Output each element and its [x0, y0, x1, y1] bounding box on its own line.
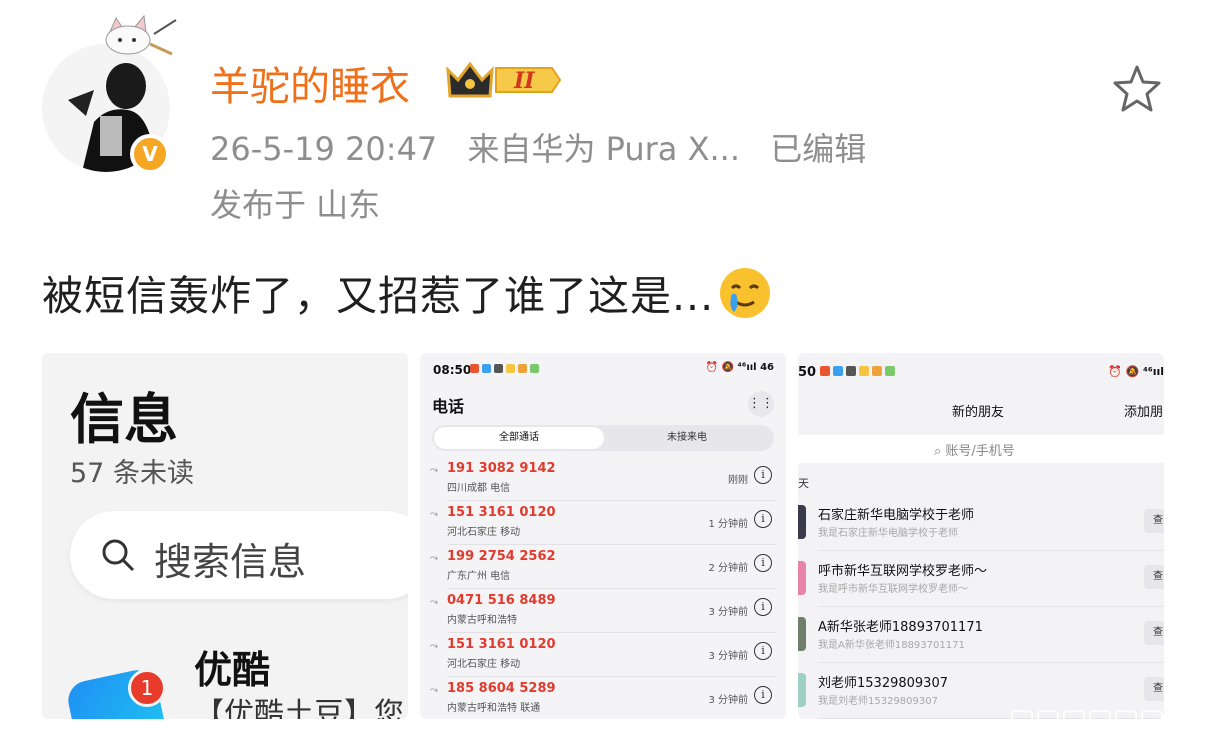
section-header: 天 [798, 477, 809, 490]
status-time: 08:50 [433, 363, 472, 377]
call-time: 2 分钟前 [708, 563, 748, 574]
call-number: 151 3161 0120 [447, 637, 556, 652]
call-number: 0471 516 8489 [447, 593, 556, 608]
friend-message: 我是刘老师15329809307 [818, 696, 938, 707]
info-icon: i [754, 554, 772, 572]
post-source[interactable]: 来自华为 Pura X... [467, 130, 740, 168]
post-text: 被短信轰炸了，又招惹了谁了这是... [42, 262, 772, 322]
info-icon: i [754, 598, 772, 616]
call-time: 3 分钟前 [708, 607, 748, 618]
view-button: 查 [1144, 621, 1164, 645]
friend-search-input: ⌕ 账号/手机号 [798, 435, 1164, 463]
tab-missed-calls: 未接来电 [667, 432, 707, 443]
friend-message: 我是石家庄新华电脑学校于老师 [818, 528, 958, 539]
unread-count: 57 条未读 [70, 458, 194, 489]
call-time: 刚刚 [728, 475, 748, 486]
call-row: ⤳ 0471 516 8489 内蒙古呼和浩特 3 分钟前 i [430, 589, 776, 633]
view-button: 查 [1144, 677, 1164, 701]
search-input: 搜索信息 [70, 511, 408, 599]
call-location: 河北石家庄 移动 [447, 659, 521, 670]
crying-smile-emoji-icon [720, 268, 771, 318]
call-time: 3 分钟前 [708, 651, 748, 662]
call-location: 内蒙古呼和浩特 联通 [447, 703, 541, 714]
view-button: 查 [1144, 565, 1164, 589]
more-icon: ⋮⋮ [748, 391, 774, 417]
search-placeholder: 搜索信息 [154, 540, 307, 584]
friend-avatar [798, 505, 806, 539]
search-icon [102, 539, 135, 572]
call-row: ⤳ 191 3082 9142 四川成都 电信 刚刚 i [430, 457, 776, 501]
message-preview: 【优酷土豆】您 [194, 697, 404, 719]
info-icon: i [754, 642, 772, 660]
friend-name: 刘老师15329809307 [818, 676, 948, 691]
missed-call-icon: ⤳ [430, 465, 438, 476]
image-messages-screenshot[interactable]: 信息 57 条未读 搜索信息 1 优酷 【优酷土豆】您 [42, 353, 408, 719]
missed-call-icon: ⤳ [430, 597, 438, 608]
unread-badge: 1 [128, 669, 166, 707]
call-number: 199 2754 2562 [447, 549, 556, 564]
tab-all-calls: 全部通话 [434, 427, 604, 449]
cat-pendant-icon [105, 14, 177, 56]
info-icon: i [754, 466, 772, 484]
friend-name: 呼市新华互联网学校罗老师～ [818, 564, 988, 579]
message-sender: 优酷 [194, 648, 271, 692]
friend-name: 石家庄新华电脑学校于老师 [818, 508, 975, 523]
status-time: 50 [798, 365, 817, 380]
phone-title: 电话 [432, 397, 465, 416]
add-friend-link: 添加朋 [1124, 405, 1164, 420]
svg-text:II: II [513, 68, 535, 94]
call-time: 3 分钟前 [708, 695, 748, 706]
messages-title: 信息 [70, 388, 178, 451]
missed-call-icon: ⤳ [430, 685, 438, 696]
friend-request-row: 石家庄新华电脑学校于老师我是石家庄新华电脑学校于老师 查 [798, 495, 1164, 551]
call-number: 191 3082 9142 [447, 461, 556, 476]
friend-avatar [798, 673, 806, 707]
friend-message: 我是呼市新华互联网学校罗老师～ [818, 584, 968, 595]
friend-request-row: A新华张老师18893701171 我是A新华张老师18893701171 查 [798, 607, 1164, 663]
edited-label[interactable]: 已编辑 [770, 130, 866, 168]
friend-request-row: 呼市新华互联网学校罗老师～ 我是呼市新华互联网学校罗老师～ 查 [798, 551, 1164, 607]
info-icon: i [754, 510, 772, 528]
status-app-icons [470, 364, 539, 373]
post-location: 发布于 山东 [210, 186, 381, 224]
verified-v-badge-icon: V [130, 134, 170, 174]
friend-search-placeholder: ⌕ 账号/手机号 [934, 444, 1015, 459]
call-location: 四川成都 电信 [447, 483, 511, 494]
missed-call-icon: ⤳ [430, 509, 438, 520]
username[interactable]: 羊驼的睡衣 [210, 54, 410, 112]
watermark-logo [1011, 710, 1195, 734]
info-icon: i [754, 686, 772, 704]
call-tabs: 全部通话 未接来电 [432, 425, 774, 451]
call-location: 广东广州 电信 [447, 571, 511, 582]
new-friends-title: 新的朋友 [952, 405, 1005, 420]
friend-avatar [798, 561, 806, 595]
call-row: ⤳ 151 3161 0120 河北石家庄 移动 3 分钟前 i [430, 633, 776, 677]
star-outline-icon[interactable] [1110, 62, 1164, 116]
image-new-friends-screenshot[interactable]: 50 ⏰ 🔕 ⁴⁶ııl 新的朋友 添加朋 ⌕ 账号/手机号 天 石家庄新华电脑… [798, 353, 1164, 719]
call-location: 内蒙古呼和浩特 [447, 615, 517, 626]
friend-avatar [798, 617, 806, 651]
post-meta: 26-5-19 20:47 来自华为 Pura X... 已编辑 [210, 124, 886, 170]
image-calls-screenshot[interactable]: 08:50 ⏰ 🔕 ⁴⁶ııl 46 电话 ⋮⋮ 全部通话 未接来电 ⤳ 191 … [420, 353, 786, 719]
call-number: 151 3161 0120 [447, 505, 556, 520]
post-body: 被短信轰炸了，又招惹了谁了这是... [42, 272, 715, 320]
call-time: 1 分钟前 [708, 519, 748, 530]
call-location: 河北石家庄 移动 [447, 527, 521, 538]
call-row: ⤳ 185 8604 5289 内蒙古呼和浩特 联通 3 分钟前 i [430, 677, 776, 719]
friend-name: A新华张老师18893701171 [818, 620, 983, 635]
view-button: 查 [1144, 509, 1164, 533]
friend-message: 我是A新华张老师18893701171 [818, 640, 965, 651]
search-icon: ⌕ [934, 444, 946, 459]
call-row: ⤳ 151 3161 0120 河北石家庄 移动 1 分钟前 i [430, 501, 776, 545]
call-number: 185 8604 5289 [447, 681, 556, 696]
status-indicators: ⏰ 🔕 ⁴⁶ııl 46 [705, 362, 774, 373]
crown-level-badge-icon[interactable]: II [444, 58, 562, 102]
missed-call-icon: ⤳ [430, 641, 438, 652]
call-row: ⤳ 199 2754 2562 广东广州 电信 2 分钟前 i [430, 545, 776, 589]
status-app-icons [820, 366, 895, 376]
status-indicators: ⏰ 🔕 ⁴⁶ııl [1108, 365, 1164, 378]
missed-call-icon: ⤳ [430, 553, 438, 564]
post-timestamp: 26-5-19 20:47 [210, 130, 438, 168]
